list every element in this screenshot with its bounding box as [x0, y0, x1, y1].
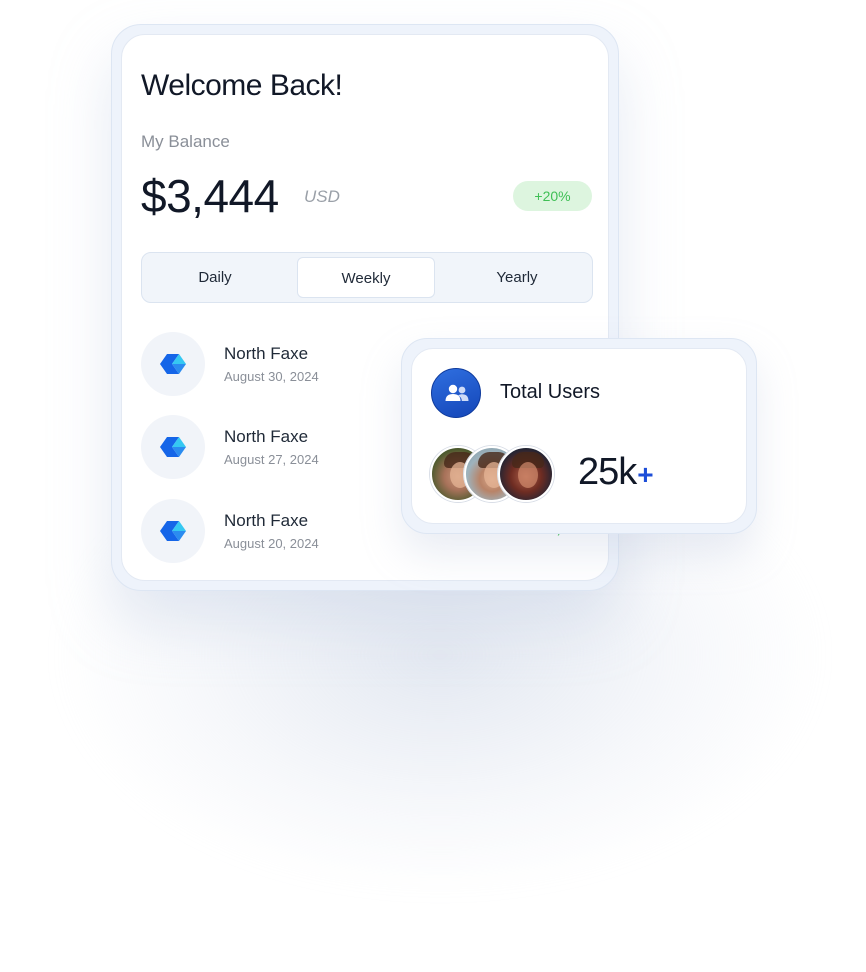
transaction-date: August 20, 2024	[224, 536, 319, 551]
period-tabs: Daily Weekly Yearly	[141, 252, 593, 303]
transaction-name: North Faxe	[224, 427, 309, 446]
transaction-date: August 27, 2024	[224, 452, 319, 467]
page-title: Welcome Back!	[141, 69, 343, 102]
balance-amount: $3,444	[141, 170, 279, 222]
total-users-title: Total Users	[500, 381, 601, 403]
total-users-count: 25k+	[578, 451, 654, 494]
users-count-value: 25k	[578, 451, 637, 493]
change-badge: +20%	[513, 181, 592, 211]
transaction-date: August 30, 2024	[224, 369, 319, 384]
balance-label: My Balance	[141, 132, 230, 151]
tab-weekly[interactable]: Weekly	[297, 257, 435, 298]
total-users-card-body: Total Users 25k+	[411, 348, 747, 524]
users-count-suffix: +	[637, 459, 653, 490]
transaction-name: North Faxe	[224, 344, 309, 363]
avatar	[498, 446, 554, 502]
balance-currency: USD	[304, 187, 340, 206]
avatar-group	[430, 446, 560, 506]
users-icon	[431, 368, 481, 418]
tab-yearly[interactable]: Yearly	[448, 257, 586, 298]
transaction-name: North Faxe	[224, 511, 309, 530]
north-faxe-logo-icon	[141, 499, 205, 563]
tab-daily[interactable]: Daily	[146, 257, 284, 298]
north-faxe-logo-icon	[141, 332, 205, 396]
stage: Welcome Back! My Balance $3,444 USD +20%…	[0, 0, 866, 972]
north-faxe-logo-icon	[141, 415, 205, 479]
total-users-card: Total Users 25k+	[401, 338, 757, 534]
